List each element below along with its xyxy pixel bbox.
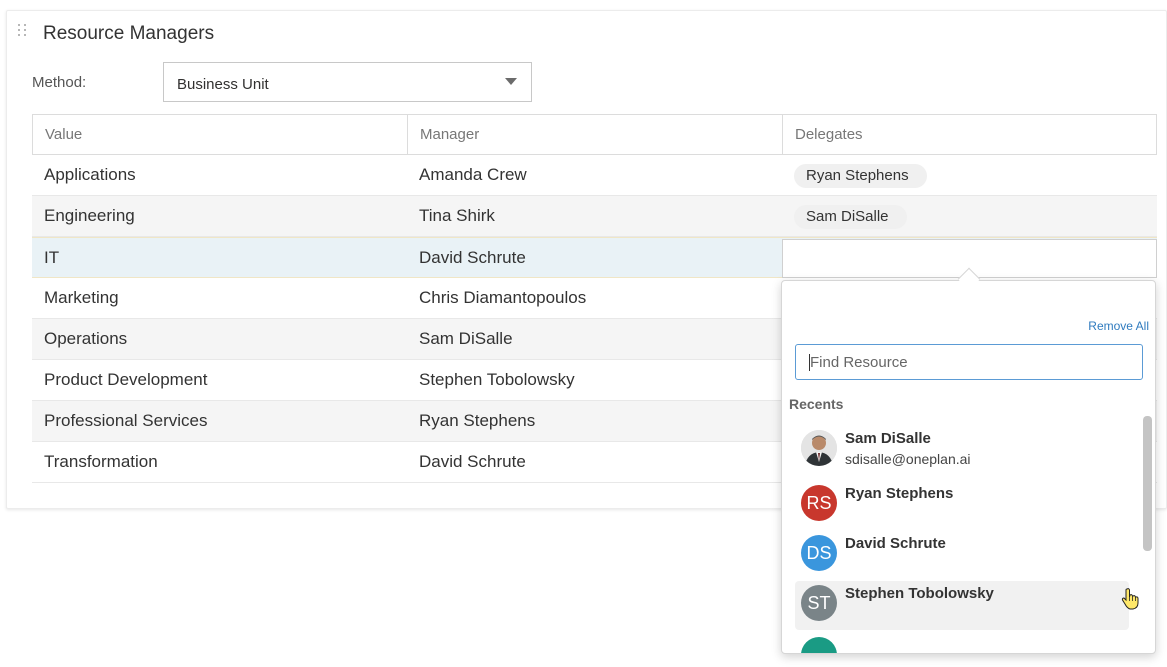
method-label: Method: (32, 74, 87, 91)
avatar: RS (801, 485, 837, 521)
table-row-selected[interactable]: IT David Schrute (32, 237, 1157, 278)
row-manager: Tina Shirk (419, 206, 495, 225)
table-header: Value Manager Delegates (32, 114, 1157, 155)
card-title: Resource Managers (43, 23, 215, 44)
row-manager: Amanda Crew (419, 165, 527, 184)
person-name: Sam DiSalle (845, 430, 931, 447)
row-value: IT (44, 248, 60, 267)
scrollbar[interactable] (1143, 416, 1152, 551)
chevron-down-icon (505, 78, 517, 85)
avatar: ST (801, 585, 837, 621)
recent-person-item[interactable]: DS David Schrute (795, 531, 1129, 580)
method-dropdown-value: Business Unit (177, 76, 269, 93)
row-value: Product Development (44, 370, 208, 389)
column-header-delegates: Delegates (795, 126, 863, 143)
table-row[interactable]: Engineering Tina Shirk Sam DiSalle (32, 196, 1157, 237)
row-value: Operations (44, 329, 128, 348)
row-value: Applications (44, 165, 136, 184)
person-photo-icon (801, 430, 837, 466)
delegate-chip[interactable]: Sam DiSalle (794, 205, 907, 229)
row-manager: David Schrute (419, 248, 526, 267)
avatar: DS (801, 535, 837, 571)
row-delegates[interactable]: Sam DiSalle (782, 196, 1157, 236)
drag-handle-icon[interactable] (18, 24, 28, 40)
column-header-value: Value (33, 115, 408, 154)
find-resource-input[interactable] (795, 344, 1143, 380)
method-dropdown[interactable]: Business Unit (163, 62, 532, 102)
row-delegates[interactable]: Ryan Stephens (782, 155, 1157, 195)
avatar (801, 430, 837, 466)
row-manager: Stephen Tobolowsky (419, 370, 575, 389)
row-value: Engineering (44, 206, 135, 225)
person-email: sdisalle@oneplan.ai (845, 451, 971, 467)
resource-picker-popup: Remove All Recents Sam DiSalle sdisalle@… (781, 280, 1156, 654)
row-value: Professional Services (44, 411, 208, 430)
table-row[interactable]: Applications Amanda Crew Ryan Stephens (32, 155, 1157, 196)
recent-person-item[interactable]: ST Stephen Tobolowsky (795, 581, 1129, 630)
remove-all-link[interactable]: Remove All (1088, 319, 1149, 333)
recent-person-item[interactable] (795, 633, 1129, 653)
row-manager: Chris Diamantopoulos (419, 288, 587, 307)
person-name: Stephen Tobolowsky (845, 585, 994, 602)
row-value: Marketing (44, 288, 119, 307)
avatar (801, 637, 837, 653)
hand-pointer-cursor-icon (1121, 588, 1139, 610)
recent-person-item[interactable]: RS Ryan Stephens (795, 481, 1129, 530)
text-cursor (809, 354, 810, 371)
row-manager: Sam DiSalle (419, 329, 513, 348)
column-header-manager: Manager (408, 115, 783, 154)
row-value: Transformation (44, 452, 158, 471)
row-manager: Ryan Stephens (419, 411, 536, 430)
delegate-chip[interactable]: Ryan Stephens (794, 164, 927, 188)
recent-person-item[interactable]: Sam DiSalle sdisalle@oneplan.ai (795, 426, 1129, 475)
row-manager: David Schrute (419, 452, 526, 471)
recents-heading: Recents (789, 396, 844, 412)
person-name: Ryan Stephens (845, 485, 954, 502)
person-name: David Schrute (845, 535, 946, 552)
